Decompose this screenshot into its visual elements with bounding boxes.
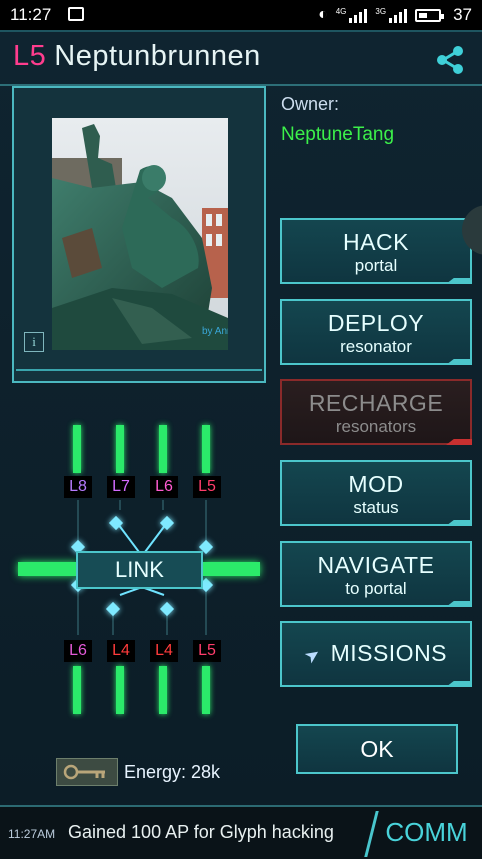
resonator-level-bottom-2[interactable]: L4 [107, 640, 135, 662]
status-bar: 11:27 ◐ 4G 3G 37 [0, 0, 482, 30]
portal-level: L5 [13, 40, 47, 72]
photo-credit: by Anne [202, 326, 228, 337]
resonator-level-bottom-3[interactable]: L4 [150, 640, 178, 662]
info-icon[interactable]: i [24, 332, 44, 352]
link-button[interactable]: LINK [76, 551, 203, 589]
comm-button[interactable]: COMM [364, 811, 482, 857]
resonator-bar-bottom-4 [202, 666, 210, 714]
signal-3g-icon: 3G [375, 7, 408, 23]
resonator-level-top-4[interactable]: L5 [193, 476, 221, 498]
link-bar-left [18, 562, 78, 576]
ok-button[interactable]: OK [296, 724, 458, 774]
missions-button[interactable]: ➤ MISSIONS [280, 621, 472, 687]
mod-button-sublabel: status [353, 498, 399, 517]
portal-photo[interactable]: by Anne [52, 118, 228, 350]
comm-label: COMM [385, 817, 468, 847]
portal-title: L5 Neptunbrunnen [13, 40, 261, 73]
recharge-button-sublabel: resonators [335, 417, 417, 436]
portal-name: Neptunbrunnen [54, 40, 261, 72]
missions-arrow-icon: ➤ [300, 642, 325, 668]
resonator-bar-top-2 [116, 425, 124, 473]
hack-button-label: HACK [343, 229, 409, 255]
navigate-button-sublabel: to portal [345, 579, 407, 598]
resonator-bar-top-3 [159, 425, 167, 473]
status-icons: ◐ 4G 3G 37 [318, 5, 472, 25]
navigate-button-label: NAVIGATE [317, 552, 435, 578]
resonator-level-top-3[interactable]: L6 [150, 476, 178, 498]
comm-message: Gained 100 AP for Glyph hacking [68, 822, 334, 842]
resonator-bar-top-1 [73, 425, 81, 473]
deploy-button-label: DEPLOY [327, 310, 425, 336]
signal-4g-icon: 4G [336, 7, 368, 23]
comm-bar[interactable]: 11:27AM Gained 100 AP for Glyph hacking … [0, 805, 482, 859]
resonator-level-top-1[interactable]: L8 [64, 476, 92, 498]
resonator-bar-top-4 [202, 425, 210, 473]
link-bar-right [203, 562, 260, 576]
resonator-level-bottom-1[interactable]: L6 [64, 640, 92, 662]
navigate-button[interactable]: NAVIGATE to portal [280, 541, 472, 607]
resonator-bar-bottom-2 [116, 666, 124, 714]
owner-label: Owner: [281, 94, 340, 114]
battery-icon [415, 8, 445, 22]
deploy-button[interactable]: DEPLOY resonator [280, 299, 472, 365]
energy-readout: Energy: 28k [124, 762, 221, 782]
resonator-level-bottom-4[interactable]: L5 [193, 640, 221, 662]
mod-button[interactable]: MOD status [280, 460, 472, 526]
image-notification-icon [68, 7, 84, 21]
resonator-bar-bottom-1 [73, 666, 81, 714]
recharge-button[interactable]: RECHARGE resonators [280, 379, 472, 445]
hack-button[interactable]: HACK portal [280, 218, 472, 284]
clock: 11:27 [10, 5, 52, 24]
comm-timestamp: 11:27AM [8, 827, 56, 841]
missions-button-content: ➤ MISSIONS [282, 640, 470, 668]
mod-button-label: MOD [348, 471, 404, 497]
owner-name[interactable]: NeptuneTang [281, 124, 394, 146]
deploy-button-sublabel: resonator [340, 337, 412, 356]
share-icon[interactable] [434, 44, 466, 76]
portal-key-icon[interactable] [56, 758, 118, 786]
recharge-button-label: RECHARGE [308, 390, 444, 416]
hack-button-sublabel: portal [354, 256, 398, 275]
resonator-bar-bottom-3 [159, 666, 167, 714]
resonator-level-top-2[interactable]: L7 [107, 476, 135, 498]
battery-level: 37 [453, 5, 472, 24]
missions-button-label: MISSIONS [330, 640, 448, 666]
do-not-disturb-icon: ◐ [318, 6, 328, 23]
